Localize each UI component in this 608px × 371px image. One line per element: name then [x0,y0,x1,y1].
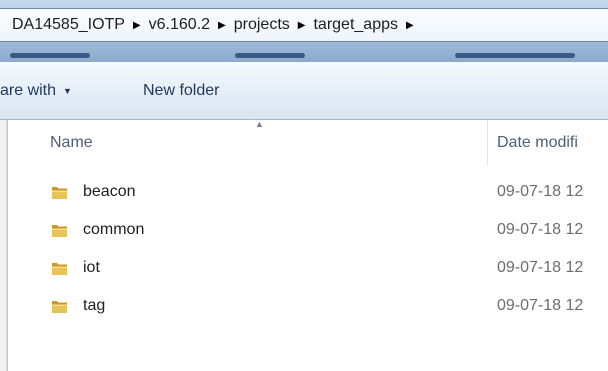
column-header-name[interactable]: Name [50,134,93,152]
window-glass-glare [235,53,305,58]
file-name: iot [83,259,100,276]
sort-ascending-icon: ▲ [255,119,264,129]
folder-icon [52,225,67,237]
file-date: 09-07-18 12 [497,259,584,276]
navigation-pane[interactable] [0,120,8,371]
list-item[interactable]: tag 09-07-18 12 [9,294,608,322]
file-name: common [83,221,145,238]
breadcrumb-arrow-icon[interactable]: ▶ [404,20,416,31]
breadcrumb-arrow-icon[interactable]: ▶ [296,20,308,31]
list-item[interactable]: common 09-07-18 12 [9,218,608,246]
file-date: 09-07-18 12 [497,183,584,200]
navigation-pane-scrollbar[interactable] [0,120,7,371]
new-folder-button[interactable]: New folder [143,82,219,100]
window-glass-glare [455,53,575,58]
column-divider[interactable] [487,120,488,166]
breadcrumb-item-version[interactable]: v6.160.2 [143,16,216,34]
breadcrumb-item-target-apps[interactable]: target_apps [307,16,404,34]
folder-icon [52,187,67,199]
breadcrumb-arrow-icon[interactable]: ▶ [216,20,228,31]
list-item[interactable]: beacon 09-07-18 12 [9,180,608,208]
share-with-label: are with [0,82,57,99]
file-name: beacon [83,183,136,200]
share-with-button[interactable]: are with ▼ [0,82,72,100]
breadcrumb-arrow-icon[interactable]: ▶ [131,20,143,31]
address-bar[interactable]: DA14585_IOTP ▶ v6.160.2 ▶ projects ▶ tar… [0,8,608,42]
file-date: 09-07-18 12 [497,297,584,314]
window-glass-glare [10,53,90,58]
file-name: tag [83,297,106,314]
chevron-down-icon: ▼ [63,86,72,96]
file-date: 09-07-18 12 [497,221,584,238]
breadcrumb-item-projects[interactable]: projects [228,16,296,34]
column-header: ▲ Name Date modifi [9,119,608,166]
column-header-date-modified[interactable]: Date modifi [497,134,578,152]
address-bar-strip: DA14585_IOTP ▶ v6.160.2 ▶ projects ▶ tar… [0,0,608,62]
command-bar: are with ▼ New folder [0,62,608,120]
folder-icon [52,263,67,275]
folder-icon [52,301,67,313]
breadcrumb: DA14585_IOTP ▶ v6.160.2 ▶ projects ▶ tar… [12,9,416,41]
list-item[interactable]: iot 09-07-18 12 [9,256,608,284]
breadcrumb-item-da14585-iotp[interactable]: DA14585_IOTP [12,16,131,34]
